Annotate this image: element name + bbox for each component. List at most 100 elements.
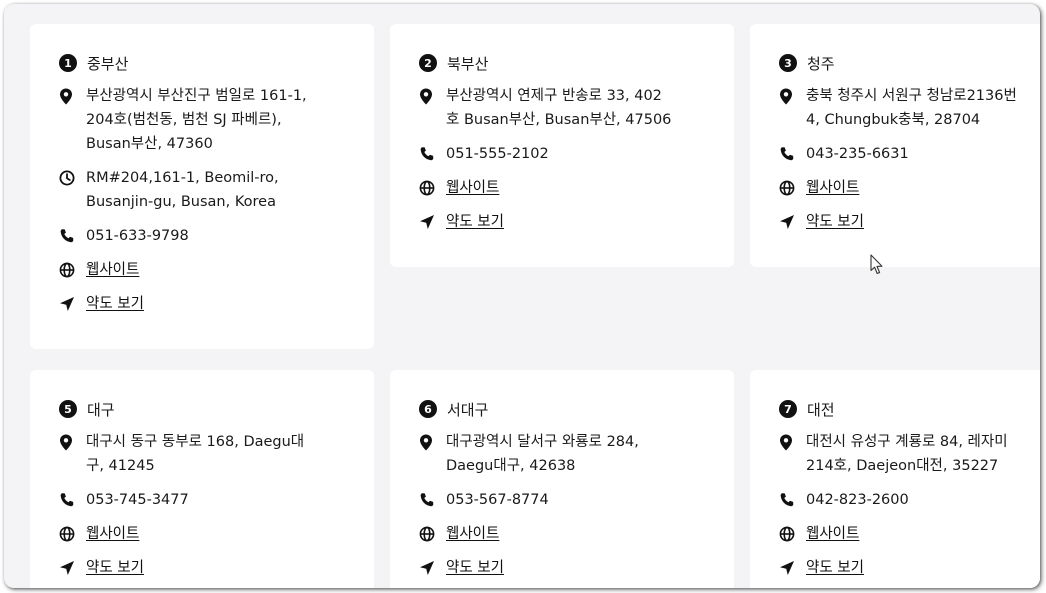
map-row: 약도 보기 — [419, 210, 714, 234]
address-row: 충북 청주시 서원구 청남로2136번 4, Chungbuk충북, 28704 — [779, 84, 1030, 132]
phone-icon — [779, 142, 797, 166]
address-row: 부산광역시 부산진구 범일로 161-1, 204호(범천동, 범천 SJ 파베… — [59, 84, 354, 156]
phone-row: 051-633-9798 — [59, 224, 354, 248]
map-link[interactable]: 약도 보기 — [86, 556, 144, 580]
dealer-phone: 051-633-9798 — [86, 228, 189, 244]
phone-row: 043-235-6631 — [779, 142, 1030, 166]
dealer-phone: 043-235-6631 — [806, 146, 909, 162]
website-row: 웹사이트 — [59, 258, 354, 282]
globe-icon — [59, 522, 77, 546]
hours-row: RM#204,161-1, Beomil-ro, Busanjin-gu, Bu… — [59, 166, 354, 214]
dealer-address: 부산광역시 부산진구 범일로 161-1, 204호(범천동, 범천 SJ 파베… — [86, 88, 307, 152]
map-row: 약도 보기 — [419, 556, 714, 580]
phone-icon — [419, 142, 437, 166]
phone-row: 053-567-8774 — [419, 488, 714, 512]
mouse-cursor-icon — [870, 254, 883, 275]
card-header: 3 청주 — [779, 52, 1030, 74]
map-link[interactable]: 약도 보기 — [86, 292, 144, 316]
dealer-address: 대전시 유성구 계룡로 84, 레자미 214호, Daejeon대전, 352… — [806, 434, 1008, 474]
dealer-english-address: RM#204,161-1, Beomil-ro, Busanjin-gu, Bu… — [86, 170, 279, 210]
dealer-card-2: 2 북부산 부산광역시 연제구 반송로 33, 402 호 Busan부산, B… — [390, 24, 734, 267]
card-header: 2 북부산 — [419, 52, 714, 74]
map-row: 약도 보기 — [779, 556, 1030, 580]
phone-icon — [779, 488, 797, 512]
address-row: 대전시 유성구 계룡로 84, 레자미 214호, Daejeon대전, 352… — [779, 430, 1030, 478]
dealer-address: 대구광역시 달서구 와룡로 284, Daegu대구, 42638 — [446, 434, 639, 474]
phone-icon — [59, 488, 77, 512]
website-link[interactable]: 웹사이트 — [446, 176, 499, 200]
website-link[interactable]: 웹사이트 — [446, 522, 499, 546]
website-link[interactable]: 웹사이트 — [86, 522, 139, 546]
website-row: 웹사이트 — [779, 522, 1030, 546]
dealer-card-5: 5 대구 대구시 동구 동부로 168, Daegu대 구, 41245 053… — [30, 370, 374, 588]
address-row: 부산광역시 연제구 반송로 33, 402 호 Busan부산, Busan부산… — [419, 84, 714, 132]
dealer-card-1: 1 중부산 부산광역시 부산진구 범일로 161-1, 204호(범천동, 범천… — [30, 24, 374, 349]
globe-icon — [419, 522, 437, 546]
number-badge: 1 — [59, 54, 77, 72]
number-badge: 6 — [419, 400, 437, 418]
website-row: 웹사이트 — [419, 522, 714, 546]
navigation-arrow-icon — [779, 556, 797, 580]
navigation-arrow-icon — [779, 210, 797, 234]
map-pin-icon — [779, 430, 797, 454]
map-row: 약도 보기 — [779, 210, 1030, 234]
phone-icon — [59, 224, 77, 248]
dealer-phone: 051-555-2102 — [446, 146, 549, 162]
globe-icon — [779, 522, 797, 546]
dealer-address: 부산광역시 연제구 반송로 33, 402 호 Busan부산, Busan부산… — [446, 88, 672, 128]
dealer-city: 대구 — [87, 400, 115, 419]
card-header: 1 중부산 — [59, 52, 354, 74]
navigation-arrow-icon — [419, 556, 437, 580]
map-link[interactable]: 약도 보기 — [446, 556, 504, 580]
dealer-phone: 053-745-3477 — [86, 492, 189, 508]
website-link[interactable]: 웹사이트 — [86, 258, 139, 282]
dealer-card-7: 7 대전 대전시 유성구 계룡로 84, 레자미 214호, Daejeon대전… — [750, 370, 1040, 588]
dealer-address: 대구시 동구 동부로 168, Daegu대 구, 41245 — [86, 434, 305, 474]
map-link[interactable]: 약도 보기 — [806, 556, 864, 580]
address-row: 대구시 동구 동부로 168, Daegu대 구, 41245 — [59, 430, 354, 478]
website-row: 웹사이트 — [779, 176, 1030, 200]
website-row: 웹사이트 — [419, 176, 714, 200]
navigation-arrow-icon — [419, 210, 437, 234]
website-link[interactable]: 웹사이트 — [806, 176, 859, 200]
dealer-city: 청주 — [807, 54, 835, 73]
address-row: 대구광역시 달서구 와룡로 284, Daegu대구, 42638 — [419, 430, 714, 478]
map-row: 약도 보기 — [59, 556, 354, 580]
globe-icon — [419, 176, 437, 200]
map-pin-icon — [779, 84, 797, 108]
navigation-arrow-icon — [59, 556, 77, 580]
map-link[interactable]: 약도 보기 — [446, 210, 504, 234]
map-pin-icon — [419, 84, 437, 108]
map-pin-icon — [419, 430, 437, 454]
website-link[interactable]: 웹사이트 — [806, 522, 859, 546]
dealer-city: 북부산 — [447, 54, 489, 73]
website-row: 웹사이트 — [59, 522, 354, 546]
clock-icon — [59, 166, 77, 190]
number-badge: 5 — [59, 400, 77, 418]
dealer-card-6: 6 서대구 대구광역시 달서구 와룡로 284, Daegu대구, 42638 … — [390, 370, 734, 588]
dealer-phone: 053-567-8774 — [446, 492, 549, 508]
dealer-phone: 042-823-2600 — [806, 492, 909, 508]
phone-row: 053-745-3477 — [59, 488, 354, 512]
dealer-city: 대전 — [807, 400, 835, 419]
dealer-list-window: 1 중부산 부산광역시 부산진구 범일로 161-1, 204호(범천동, 범천… — [4, 4, 1040, 588]
map-row: 약도 보기 — [59, 292, 354, 316]
map-link[interactable]: 약도 보기 — [806, 210, 864, 234]
card-header: 7 대전 — [779, 398, 1030, 420]
number-badge: 2 — [419, 54, 437, 72]
card-header: 6 서대구 — [419, 398, 714, 420]
phone-row: 051-555-2102 — [419, 142, 714, 166]
number-badge: 7 — [779, 400, 797, 418]
dealer-address: 충북 청주시 서원구 청남로2136번 4, Chungbuk충북, 28704 — [806, 88, 1017, 128]
globe-icon — [779, 176, 797, 200]
phone-row: 042-823-2600 — [779, 488, 1030, 512]
globe-icon — [59, 258, 77, 282]
map-pin-icon — [59, 430, 77, 454]
card-header: 5 대구 — [59, 398, 354, 420]
number-badge: 3 — [779, 54, 797, 72]
map-pin-icon — [59, 84, 77, 108]
phone-icon — [419, 488, 437, 512]
dealer-city: 중부산 — [87, 54, 129, 73]
dealer-city: 서대구 — [447, 400, 489, 419]
dealer-card-3: 3 청주 충북 청주시 서원구 청남로2136번 4, Chungbuk충북, … — [750, 24, 1040, 267]
